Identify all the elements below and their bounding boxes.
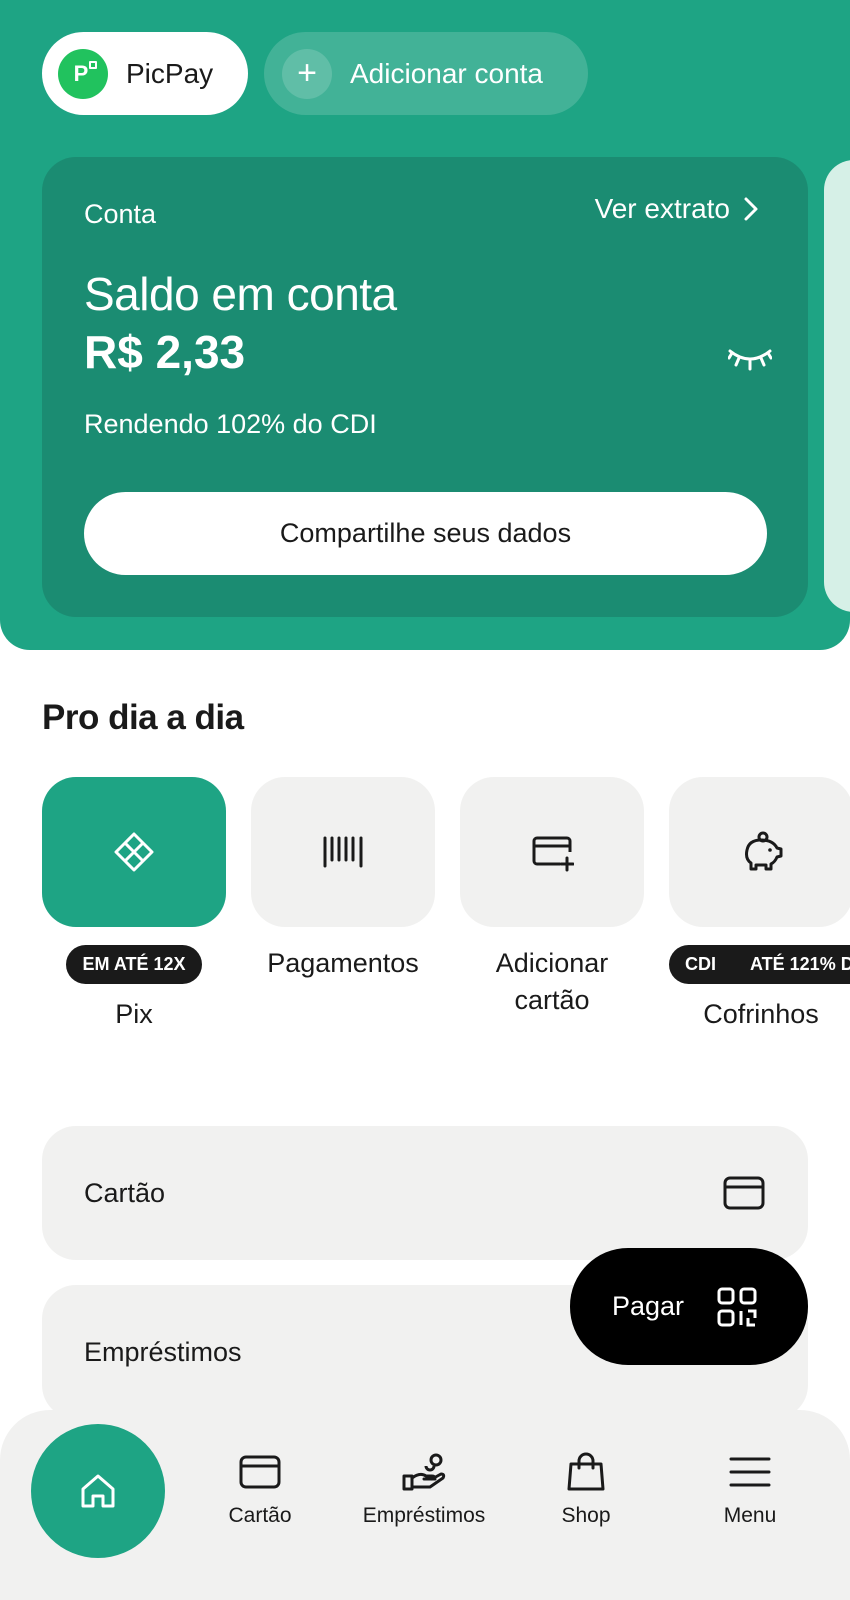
list-item-card[interactable]: Cartão xyxy=(42,1126,808,1260)
plus-icon: + xyxy=(282,48,332,99)
shopping-bag-icon xyxy=(567,1452,605,1491)
shortcut-tile[interactable] xyxy=(669,777,850,927)
shortcut-label: Cofrinhos xyxy=(703,999,819,1029)
next-card-peek[interactable] xyxy=(824,160,850,612)
share-data-button[interactable]: Compartilhe seus dados xyxy=(84,492,767,575)
yield-text: Rendendo 102% do CDI xyxy=(84,409,377,439)
add-account-button[interactable]: + Adicionar conta xyxy=(264,32,588,115)
badge-part-2: ATÉ 121% D xyxy=(750,954,850,974)
qr-code-icon xyxy=(717,1287,757,1326)
account-switcher-picpay[interactable]: P PicPay xyxy=(42,32,248,115)
shortcut-label-line2: cartão xyxy=(514,985,590,1015)
shortcut-tile[interactable] xyxy=(460,777,644,927)
nav-item-card[interactable]: Cartão xyxy=(180,1452,340,1528)
pay-button[interactable]: Pagar xyxy=(570,1248,808,1365)
nav-item-label: Cartão xyxy=(228,1504,292,1527)
shortcut-add-card[interactable]: Adicionar cartão xyxy=(460,777,644,1019)
shortcut-tile[interactable] xyxy=(42,777,226,927)
shortcut-pix[interactable]: EM ATÉ 12X Pix xyxy=(42,777,226,1033)
balance-value: R$ 2,33 xyxy=(84,326,246,378)
loan-hand-icon xyxy=(402,1453,446,1491)
add-account-label: Adicionar conta xyxy=(350,57,544,89)
badge-part-1: CDI xyxy=(685,954,716,974)
menu-icon xyxy=(729,1457,771,1487)
account-name: PicPay xyxy=(126,57,214,89)
nav-item-loans[interactable]: Empréstimos xyxy=(344,1452,504,1528)
header-background: P PicPay + Adicionar conta Conta Ver ext… xyxy=(0,0,850,650)
nav-item-label: Shop xyxy=(561,1504,611,1527)
view-statement-label: Ver extrato xyxy=(594,193,730,224)
shortcut-piggy-banks[interactable]: CDI ATÉ 121% D Cofrinhos xyxy=(669,777,850,1033)
nav-item-menu[interactable]: Menu xyxy=(670,1452,830,1528)
add-card-icon xyxy=(532,836,574,872)
picpay-logo-icon: P xyxy=(58,48,108,99)
balance-label: Saldo em conta xyxy=(84,268,397,320)
shortcut-payments[interactable]: Pagamentos xyxy=(251,777,435,982)
list-item-label: Empréstimos xyxy=(84,1336,242,1367)
chevron-right-icon xyxy=(744,197,758,221)
home-icon xyxy=(81,1474,115,1508)
shortcut-label: Pagamentos xyxy=(267,948,419,978)
card-title: Conta xyxy=(84,199,157,229)
nav-home-button[interactable] xyxy=(31,1424,165,1558)
shortcut-label-line1: Adicionar xyxy=(495,948,609,978)
savings-badge: CDI ATÉ 121% D xyxy=(669,945,850,984)
pay-button-label: Pagar xyxy=(612,1291,685,1321)
nav-item-label: Empréstimos xyxy=(362,1504,486,1527)
shortcut-label: Pix xyxy=(115,999,153,1029)
barcode-icon xyxy=(323,836,363,868)
card-icon xyxy=(239,1455,281,1489)
nav-item-shop[interactable]: Shop xyxy=(506,1452,666,1528)
pix-icon xyxy=(114,832,154,872)
nav-item-label: Menu xyxy=(723,1504,777,1527)
hide-balance-eye-icon[interactable] xyxy=(728,345,772,373)
view-statement-link[interactable]: Ver extrato xyxy=(595,193,760,225)
list-item-label: Cartão xyxy=(84,1177,166,1208)
card-icon xyxy=(723,1176,765,1210)
piggy-bank-icon xyxy=(745,831,783,871)
section-title: Pro dia a dia xyxy=(42,698,244,737)
shortcut-tile[interactable] xyxy=(251,777,435,927)
account-balance-card: Conta Ver extrato Saldo em conta R$ 2,33… xyxy=(42,157,808,617)
installments-badge: EM ATÉ 12X xyxy=(66,945,202,984)
